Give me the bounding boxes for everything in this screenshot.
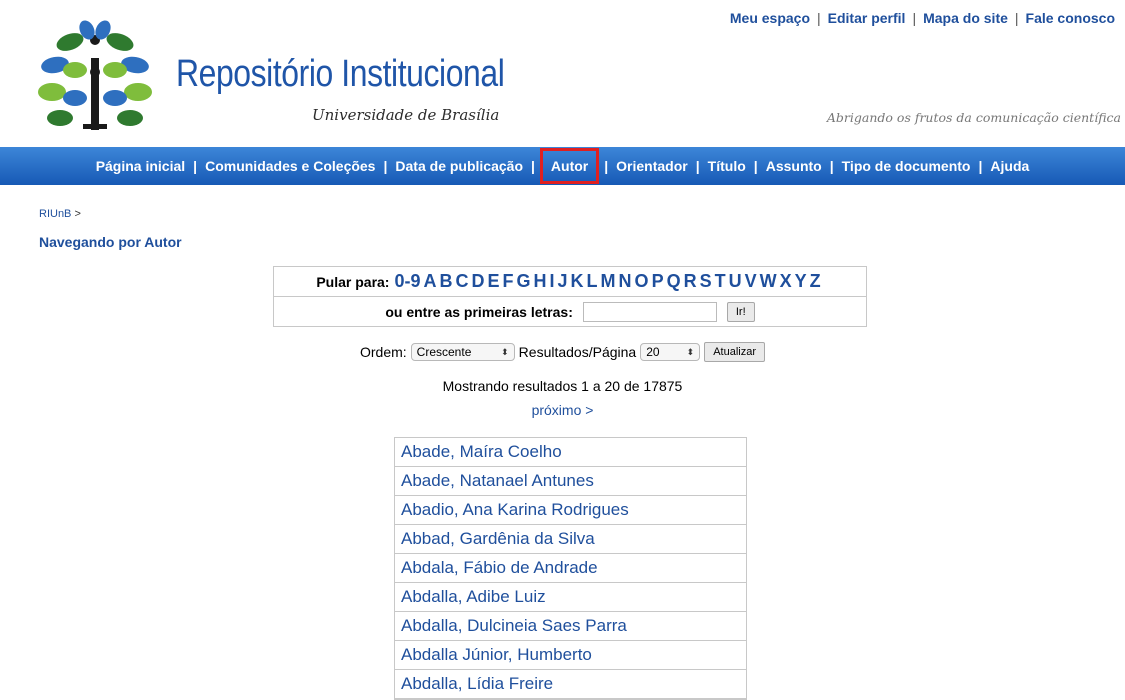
jump-letter-link[interactable]: I <box>550 271 555 291</box>
author-link[interactable]: Abdala, Fábio de Andrade <box>401 558 598 578</box>
main-navigation: Página inicial | Comunidades e Coleções … <box>0 147 1125 185</box>
list-item: Abdalla, Adibe Luiz <box>395 583 746 612</box>
site-subtitle: Universidade de Brasília <box>312 106 500 124</box>
author-link[interactable]: Abdalla Júnior, Humberto <box>401 645 592 665</box>
nav-pagina-inicial[interactable]: Página inicial <box>96 158 185 174</box>
list-item: Abdalla, Dulcineia Saes Parra <box>395 612 746 641</box>
list-item: Abdala, Fábio de Andrade <box>395 554 746 583</box>
repository-tree-logo-icon[interactable] <box>30 20 160 135</box>
page-title: Navegando por Autor <box>39 234 182 250</box>
list-item: Abade, Natanael Antunes <box>395 467 746 496</box>
order-select-value: Crescente <box>416 345 472 359</box>
jump-letter-link[interactable]: Y <box>795 271 807 291</box>
jump-to-box: Pular para: 0-9 A B C D E F G H I J K L M N O P Q R S T U V W X Y… <box>273 266 867 327</box>
select-arrows-icon: ⬍ <box>501 346 509 357</box>
jump-letter-link[interactable]: N <box>619 271 632 291</box>
nav-titulo[interactable]: Título <box>708 158 746 174</box>
sort-controls: Ordem: Crescente ⬍ Resultados/Página 20 … <box>0 342 1125 362</box>
jump-letter-link[interactable]: O <box>635 271 649 291</box>
jump-letter-link[interactable]: A <box>423 271 436 291</box>
go-button[interactable]: Ir! <box>726 302 755 322</box>
jump-label: Pular para: <box>316 273 390 290</box>
site-header: Repositório Institucional Universidade d… <box>0 18 1125 138</box>
nav-comunidades-colecoes[interactable]: Comunidades e Coleções <box>205 158 375 174</box>
jump-letter-link[interactable]: X <box>780 271 792 291</box>
next-page-link[interactable]: próximo > <box>532 402 594 418</box>
author-link[interactable]: Abadio, Ana Karina Rodrigues <box>401 500 629 520</box>
separator: | <box>753 158 758 174</box>
results-per-page-label: Resultados/Página <box>518 344 637 360</box>
list-item: Abdalla, Lídia Freire <box>395 670 746 699</box>
results-per-page-value: 20 <box>646 345 660 359</box>
jump-letter-link[interactable]: Z <box>810 271 821 291</box>
nav-assunto[interactable]: Assunto <box>766 158 822 174</box>
jump-letter-link[interactable]: C <box>455 271 468 291</box>
nav-ajuda[interactable]: Ajuda <box>990 158 1029 174</box>
author-link[interactable]: Abbad, Gardênia da Silva <box>401 529 595 549</box>
pagination-next: próximo > <box>0 402 1125 418</box>
site-title[interactable]: Repositório Institucional <box>176 53 505 96</box>
author-link[interactable]: Abade, Natanael Antunes <box>401 471 594 491</box>
jump-letter-link[interactable]: V <box>745 271 757 291</box>
separator: | <box>604 158 609 174</box>
jump-letters-row: Pular para: 0-9 A B C D E F G H I J K L M N O P Q R S T U V W X Y… <box>274 267 866 297</box>
jump-letter-link[interactable]: K <box>571 271 584 291</box>
update-button[interactable]: Atualizar <box>704 342 765 362</box>
jump-letter-link[interactable]: R <box>684 271 697 291</box>
breadcrumb: RIUnB > <box>39 208 81 220</box>
order-label: Ordem: <box>359 344 407 360</box>
jump-letter-link[interactable]: Q <box>667 271 681 291</box>
jump-letter-link[interactable]: L <box>587 271 598 291</box>
nav-tipo-documento[interactable]: Tipo de documento <box>842 158 971 174</box>
first-letters-input[interactable] <box>582 302 717 322</box>
jump-letter-link[interactable]: U <box>729 271 742 291</box>
breadcrumb-home-link[interactable]: RIUnB <box>39 208 71 220</box>
jump-letter-link[interactable]: B <box>439 271 452 291</box>
jump-letter-link[interactable]: F <box>503 271 514 291</box>
separator: | <box>695 158 700 174</box>
order-select[interactable]: Crescente ⬍ <box>410 343 515 361</box>
list-item: Abadio, Ana Karina Rodrigues <box>395 496 746 525</box>
separator: | <box>531 158 535 174</box>
author-link[interactable]: Abdalla, Lídia Freire <box>401 674 553 694</box>
nav-autor[interactable]: Autor <box>539 148 600 184</box>
jump-letter-link[interactable]: H <box>534 271 547 291</box>
jump-letter-link[interactable]: D <box>471 271 484 291</box>
author-link[interactable]: Abdalla, Adibe Luiz <box>401 587 546 607</box>
author-list: Abade, Maíra Coelho Abade, Natanael Antun… <box>394 437 747 700</box>
jump-letter-link[interactable]: J <box>558 271 568 291</box>
separator: | <box>383 158 388 174</box>
jump-letter-link[interactable]: G <box>517 271 531 291</box>
separator: | <box>193 158 198 174</box>
separator: | <box>978 158 983 174</box>
separator: | <box>829 158 834 174</box>
select-arrows-icon: ⬍ <box>686 346 695 357</box>
author-link[interactable]: Abdalla, Dulcineia Saes Parra <box>401 616 627 636</box>
nav-orientador[interactable]: Orientador <box>616 158 688 174</box>
jump-letter-link[interactable]: M <box>601 271 616 291</box>
jump-letter-link[interactable]: 0-9 <box>394 271 420 291</box>
list-item: Abdalla Júnior, Humberto <box>395 641 746 670</box>
author-link[interactable]: Abade, Maíra Coelho <box>401 442 562 462</box>
jump-letter-link[interactable]: T <box>715 271 726 291</box>
breadcrumb-separator: > <box>74 208 81 220</box>
list-item: Abbad, Gardênia da Silva <box>395 525 746 554</box>
site-slogan: Abrigando os frutos da comunicação cient… <box>826 110 1121 125</box>
jump-letter-link[interactable]: W <box>760 271 777 291</box>
first-letters-label: ou entre as primeiras letras: <box>385 304 573 320</box>
results-summary: Mostrando resultados 1 a 20 de 17875 <box>442 378 683 394</box>
jump-letter-link[interactable]: E <box>487 271 499 291</box>
list-item: Abade, Maíra Coelho <box>395 438 746 467</box>
letter-links: 0-9 A B C D E F G H I J K L M N O P Q R S T U V W X Y Z <box>394 271 823 292</box>
results-per-page-select[interactable]: 20 ⬍ <box>640 343 701 361</box>
first-letters-row: ou entre as primeiras letras: Ir! <box>274 297 866 327</box>
jump-letter-link[interactable]: P <box>652 271 664 291</box>
nav-data-publicacao[interactable]: Data de publicação <box>395 158 523 174</box>
jump-letter-link[interactable]: S <box>700 271 712 291</box>
